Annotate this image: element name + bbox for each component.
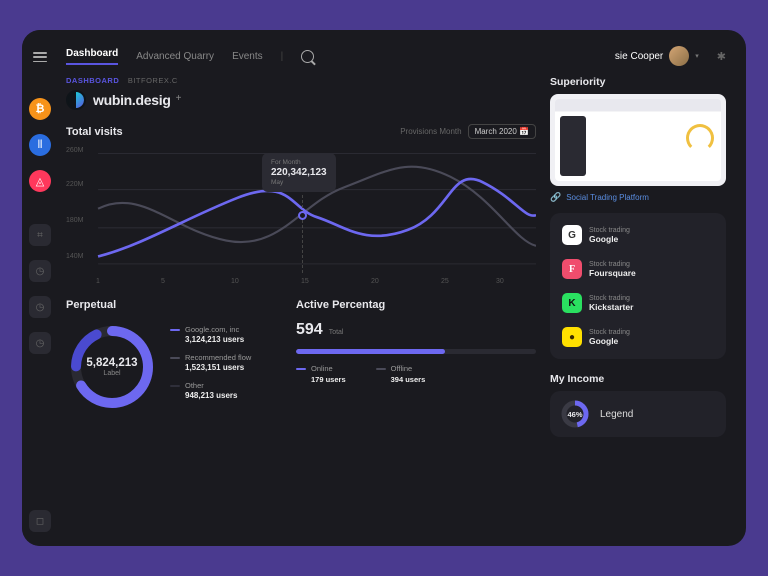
- xtick: 10: [231, 278, 239, 285]
- active-panel: Active Percentag 594 Total Online179 use…: [296, 299, 536, 413]
- platform-link[interactable]: 🔗Social Trading Platform: [550, 192, 726, 203]
- plus-icon[interactable]: +: [176, 93, 182, 104]
- brand-row: wubin.desig +: [66, 90, 536, 110]
- income-legend: Legend: [600, 409, 633, 420]
- menu-icon[interactable]: [33, 52, 47, 62]
- superiority-title: Superiority: [550, 76, 726, 88]
- stock-card[interactable]: ●Stock tradingGoogle: [558, 323, 718, 351]
- right-column: Superiority 🔗Social Trading Platform GSt…: [550, 76, 726, 536]
- crumb-page[interactable]: BITFOREX.C: [128, 76, 178, 85]
- google-icon: G: [562, 225, 582, 245]
- top-nav: Dashboard Advanced Quarry Events | sie C…: [66, 46, 726, 76]
- left-column: DASHBOARD BITFOREX.C wubin.desig + Total…: [66, 76, 536, 536]
- active-progress: [296, 349, 536, 354]
- income-title: My Income: [550, 373, 726, 385]
- income-panel: My Income 46% Legend: [550, 373, 726, 437]
- airbnb-icon[interactable]: ◬: [29, 170, 51, 192]
- ytick: 180M: [66, 217, 84, 224]
- search-icon[interactable]: [301, 50, 314, 63]
- stock-card[interactable]: KStock tradingKickstarter: [558, 289, 718, 317]
- perpetual-title: Perpetual: [66, 299, 276, 311]
- chart-cursor-line: [302, 195, 303, 273]
- xtick: 20: [371, 278, 379, 285]
- foursquare-icon: F: [562, 259, 582, 279]
- rail-item-4[interactable]: ◷: [29, 332, 51, 354]
- income-donut: 46%: [560, 399, 590, 429]
- perpetual-donut: 5,824,213 Label: [66, 321, 158, 413]
- brand-logo: [66, 90, 86, 110]
- perpetual-label: Label: [103, 370, 120, 377]
- month-picker[interactable]: March 2020 📅: [468, 124, 536, 139]
- side-rail: ₿ ⦀ ◬ ⌗ ◷ ◷ ◷ ◻: [22, 30, 58, 546]
- rail-item-2[interactable]: ◷: [29, 260, 51, 282]
- provisions-label: Provisions Month: [400, 127, 461, 136]
- rail-chat-icon[interactable]: ◻: [29, 510, 51, 532]
- breadcrumb: DASHBOARD BITFOREX.C: [66, 76, 536, 85]
- rail-item-1[interactable]: ⌗: [29, 224, 51, 246]
- perpetual-legend: Google.com, inc3,124,213 users Recommend…: [170, 321, 251, 413]
- chart-tooltip: For Month 220,342,123 May: [262, 153, 336, 192]
- ytick: 220M: [66, 181, 84, 188]
- stock-card[interactable]: FStock tradingFoursquare: [558, 255, 718, 283]
- main-area: Dashboard Advanced Quarry Events | sie C…: [58, 30, 746, 546]
- tab-advanced[interactable]: Advanced Quarry: [136, 51, 214, 62]
- kakao-icon: ●: [562, 327, 582, 347]
- xtick: 30: [496, 278, 504, 285]
- tab-events[interactable]: Events: [232, 51, 263, 62]
- active-total-label: Total: [329, 329, 344, 336]
- active-title: Active Percentag: [296, 299, 536, 311]
- chevron-down-icon: ▾: [695, 52, 699, 60]
- chart-marker: [298, 211, 307, 220]
- perpetual-total: 5,824,213: [86, 357, 137, 369]
- ytick: 260M: [66, 147, 84, 154]
- tab-dashboard[interactable]: Dashboard: [66, 48, 118, 65]
- visits-title: Total visits: [66, 126, 123, 138]
- app-window: ₿ ⦀ ◬ ⌗ ◷ ◷ ◷ ◻ Dashboard Advanced Quarr…: [22, 30, 746, 546]
- stock-list: GStock tradingGoogle FStock tradingFours…: [550, 213, 726, 359]
- bitcoin-icon[interactable]: ₿: [29, 98, 51, 120]
- bars-icon[interactable]: ⦀: [29, 134, 51, 156]
- xtick: 25: [441, 278, 449, 285]
- avatar: [669, 46, 689, 66]
- brand-name: wubin.desig: [93, 92, 171, 108]
- xtick: 5: [161, 278, 165, 285]
- xtick: 15: [301, 278, 309, 285]
- visits-chart[interactable]: 260M 220M 180M 140M For Month: [66, 145, 536, 283]
- active-total: 594: [296, 321, 323, 339]
- user-name: sie Cooper: [615, 51, 663, 62]
- link-icon: 🔗: [550, 192, 561, 203]
- gear-icon[interactable]: ✱: [717, 50, 726, 63]
- perpetual-panel: Perpetual 5,824,213 Label: [66, 299, 276, 413]
- rail-item-3[interactable]: ◷: [29, 296, 51, 318]
- user-menu[interactable]: sie Cooper ▾: [615, 46, 699, 66]
- kickstarter-icon: K: [562, 293, 582, 313]
- xtick: 1: [96, 278, 100, 285]
- ytick: 140M: [66, 253, 84, 260]
- platform-preview[interactable]: [550, 94, 726, 186]
- stock-card[interactable]: GStock tradingGoogle: [558, 221, 718, 249]
- crumb-dashboard[interactable]: DASHBOARD: [66, 76, 119, 85]
